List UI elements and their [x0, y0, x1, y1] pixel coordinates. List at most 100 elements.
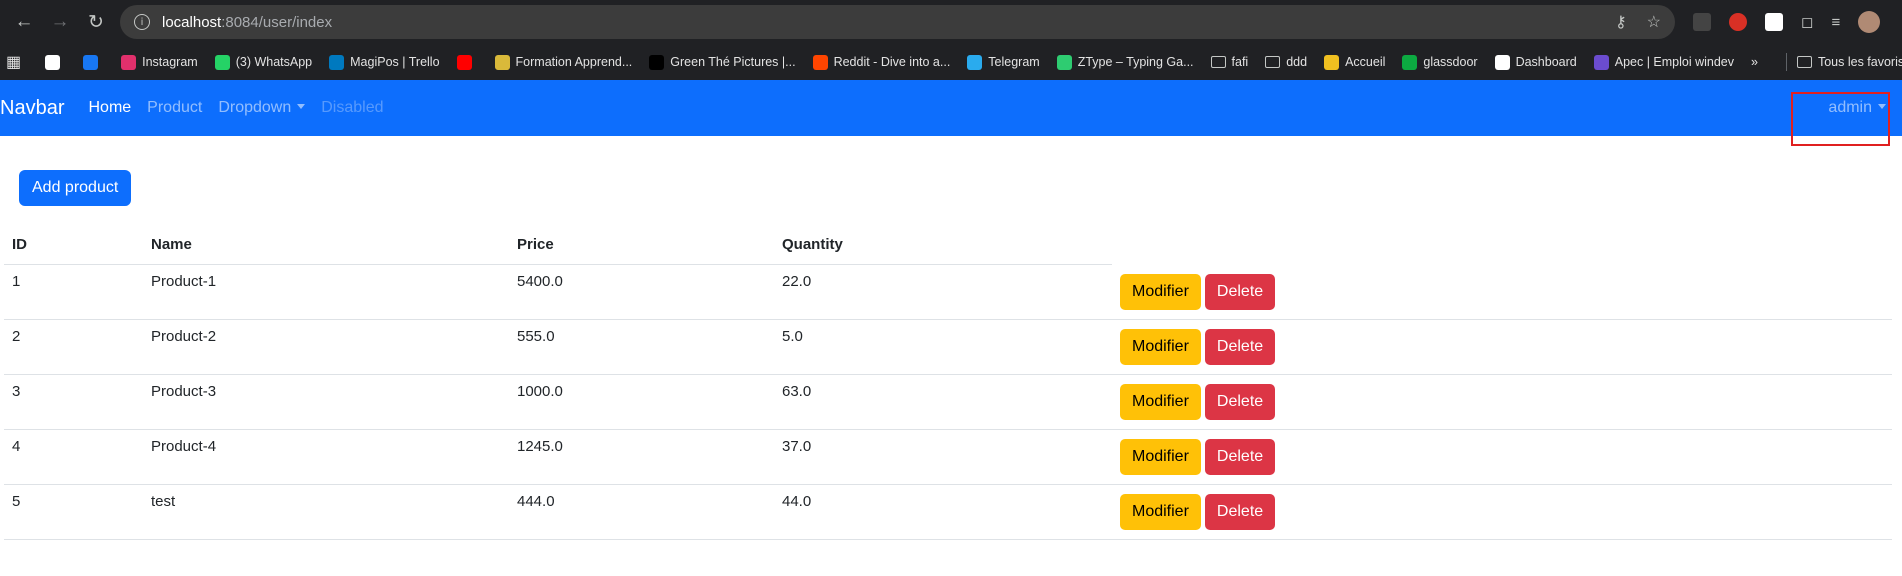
modify-button[interactable]: Modifier: [1120, 494, 1201, 530]
favicon-icon: [1056, 54, 1072, 70]
bookmark-item[interactable]: [45, 54, 66, 70]
bookmark-label: Instagram: [142, 55, 198, 69]
bookmark-item[interactable]: [83, 54, 104, 70]
all-bookmarks-label[interactable]: Tous les favoris: [1818, 55, 1902, 69]
bookmark-label: fafi: [1231, 55, 1249, 69]
bookmark-item[interactable]: [456, 54, 478, 70]
bookmark-label: ddd: [1286, 55, 1308, 69]
favicon-icon: [329, 54, 345, 70]
delete-button[interactable]: Delete: [1204, 273, 1276, 310]
cell-name: Product-1: [143, 264, 509, 320]
bookmark-item[interactable]: Apec | Emploi windev: [1593, 54, 1734, 70]
bookmark-item[interactable]: Formation Apprend...: [494, 54, 632, 70]
site-info-icon[interactable]: i: [134, 14, 150, 30]
favicon-icon: [456, 54, 472, 70]
reload-icon[interactable]: ↻: [78, 4, 114, 40]
bookmark-item[interactable]: Instagram: [121, 54, 198, 70]
favicon-icon: [214, 54, 230, 70]
favicon-icon: [812, 54, 828, 70]
folder-icon: [1210, 56, 1226, 68]
bookmark-item[interactable]: Reddit - Dive into a...: [812, 54, 951, 70]
cell-id: 5: [4, 484, 143, 540]
nav-home[interactable]: Home: [88, 99, 131, 117]
modify-button[interactable]: Modifier: [1120, 329, 1201, 365]
navbar-brand[interactable]: Navbar: [0, 97, 64, 120]
delete-button[interactable]: Delete: [1204, 494, 1276, 530]
bookmark-label: Accueil: [1345, 55, 1386, 69]
cell-name: Product-3: [143, 374, 509, 430]
bookmark-item[interactable]: fafi: [1210, 55, 1249, 69]
password-key-icon[interactable]: ⚷: [1615, 12, 1627, 32]
folder-icon: [1265, 56, 1281, 68]
bookmark-label: Reddit - Dive into a...: [833, 55, 951, 69]
favicon-icon: [494, 54, 510, 70]
bookmark-item[interactable]: ddd: [1265, 55, 1307, 69]
bookmark-item[interactable]: Green Thé Pictures |...: [649, 54, 796, 70]
table-row: 2 Product-2 555.0 5.0 Modifier Delete: [4, 319, 1892, 375]
modify-button[interactable]: Modifier: [1120, 439, 1201, 475]
add-product-button[interactable]: Add product: [19, 170, 132, 206]
bookmark-label: glassdoor: [1423, 55, 1478, 69]
bookmark-label: Dashboard: [1515, 55, 1577, 69]
address-bar[interactable]: i localhost:8084/user/index ⚷ ☆: [120, 5, 1675, 39]
cell-qty: 63.0: [774, 374, 1112, 430]
favicon-icon: [1324, 54, 1340, 70]
bookmark-item[interactable]: (3) WhatsApp: [214, 54, 312, 70]
cell-qty: 37.0: [774, 429, 1112, 485]
delete-button[interactable]: Delete: [1204, 384, 1276, 420]
cell-price: 555.0: [509, 319, 774, 375]
favicon-icon: [1593, 54, 1609, 70]
column-header-price: Price: [509, 226, 774, 265]
table-row: 5 test 444.0 44.0 Modifier Delete: [4, 484, 1892, 540]
bookmark-label: Green Thé Pictures |...: [670, 55, 796, 69]
column-header-name: Name: [143, 226, 509, 265]
cell-actions: Modifier Delete: [1112, 319, 1892, 375]
cell-price: 444.0: [509, 484, 774, 540]
extension-b-icon[interactable]: [1765, 13, 1783, 31]
favicon-icon: [1494, 54, 1510, 70]
cell-name: Product-4: [143, 429, 509, 485]
bookmark-item[interactable]: Telegram: [967, 54, 1040, 70]
nav-disabled: Disabled: [321, 99, 384, 116]
back-icon[interactable]: ←: [6, 4, 42, 40]
forward-icon[interactable]: →: [42, 4, 78, 40]
highlight-annotation: [1791, 92, 1890, 146]
bookmark-item[interactable]: MagiPos | Trello: [329, 54, 440, 70]
puzzle-icon[interactable]: ◻: [1801, 13, 1813, 31]
table-row: 4 Product-4 1245.0 37.0 Modifier Delete: [4, 429, 1892, 485]
nav-product[interactable]: Product: [147, 99, 202, 117]
more-bookmarks-icon[interactable]: »: [1751, 55, 1758, 69]
apps-grid-icon[interactable]: ▦: [6, 52, 21, 72]
browser-toolbar: ← → ↻ i localhost:8084/user/index ⚷ ☆ ◻ …: [0, 0, 1902, 44]
favicon-icon: [967, 54, 983, 70]
column-header-actions: [1112, 226, 1892, 264]
extension-badge-icon[interactable]: [1729, 13, 1747, 31]
cell-actions: Modifier Delete: [1112, 264, 1892, 320]
table-header-row: ID Name Price Quantity: [4, 226, 1892, 265]
favicon-icon: [45, 54, 61, 70]
nav-dropdown[interactable]: Dropdown: [218, 99, 305, 117]
bookmark-item[interactable]: Dashboard: [1494, 54, 1577, 70]
reading-list-icon[interactable]: ≡: [1831, 14, 1840, 31]
cell-actions: Modifier Delete: [1112, 429, 1892, 485]
bookmark-item[interactable]: Accueil: [1324, 54, 1386, 70]
delete-button[interactable]: Delete: [1204, 439, 1276, 475]
url-host: localhost: [162, 13, 222, 31]
bookmarks-divider: [1785, 53, 1787, 71]
modify-button[interactable]: Modifier: [1120, 384, 1201, 420]
bookmark-item[interactable]: ZType – Typing Ga...: [1056, 54, 1194, 70]
extension-icon[interactable]: [1693, 13, 1711, 31]
cell-name: Product-2: [143, 319, 509, 375]
cell-price: 1245.0: [509, 429, 774, 485]
bookmark-item[interactable]: glassdoor: [1402, 54, 1478, 70]
cell-id: 2: [4, 319, 143, 375]
profile-avatar[interactable]: [1858, 11, 1881, 33]
delete-button[interactable]: Delete: [1204, 329, 1276, 365]
products-table: ID Name Price Quantity 1 Product-1 5400.0 2…: [4, 226, 1892, 540]
table-row: 3 Product-3 1000.0 63.0 Modifier Delete: [4, 374, 1892, 430]
modify-button[interactable]: Modifier: [1120, 273, 1201, 310]
folder-icon: [1796, 56, 1812, 68]
bookmark-star-icon[interactable]: ☆: [1647, 12, 1661, 32]
cell-actions: Modifier Delete: [1112, 374, 1892, 430]
cell-id: 3: [4, 374, 143, 430]
